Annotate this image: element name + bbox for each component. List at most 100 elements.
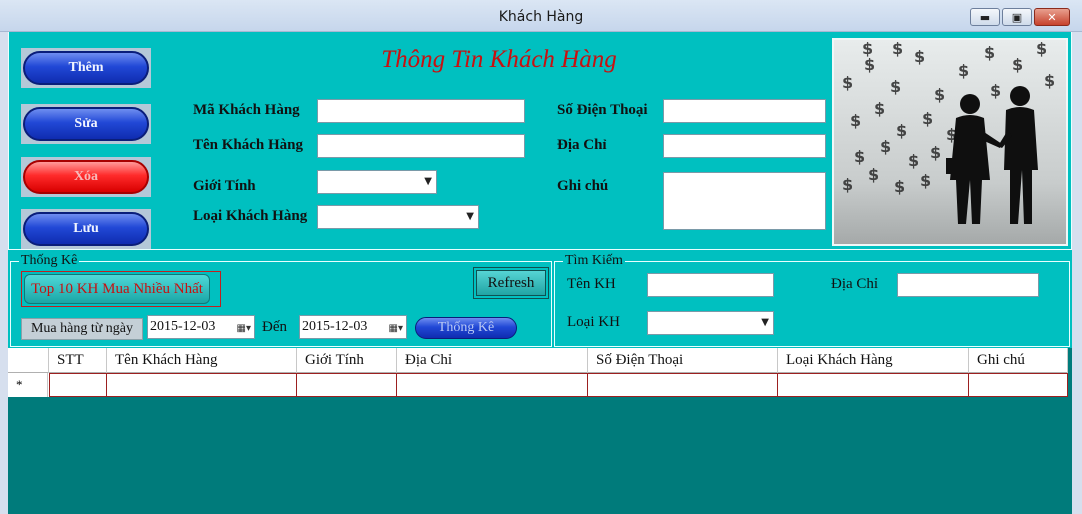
window-title: Khách Hàng: [498, 9, 584, 25]
column-header-address[interactable]: Địa Chỉ: [397, 348, 588, 373]
table-row[interactable]: *: [8, 373, 1068, 397]
search-type-label: Loại KH: [567, 314, 620, 330]
phone-label: Số Điện Thoại: [557, 102, 648, 118]
search-group: Tìm Kiếm Tên KH Địa Chỉ Loại KH ▼: [554, 253, 1070, 347]
search-group-title: Tìm Kiếm: [563, 253, 625, 269]
top10-button-frame: Top 10 KH Mua Nhiều Nhất: [21, 271, 221, 307]
add-button-frame: Thêm: [21, 48, 151, 88]
table-cell[interactable]: [297, 373, 397, 397]
handshake-illustration: $$$ $$$ $$$ $$$ $$$ $$$ $$$ $$$ $$$: [842, 40, 1055, 224]
to-date-picker[interactable]: 2015-12-03 ▦▾: [299, 315, 407, 339]
customer-id-input[interactable]: [317, 99, 525, 123]
handshake-image: $$$ $$$ $$$ $$$ $$$ $$$ $$$ $$$ $$$: [832, 38, 1068, 246]
svg-text:$: $: [890, 77, 901, 96]
svg-text:$: $: [920, 171, 931, 190]
svg-text:$: $: [1012, 55, 1023, 74]
statistics-group-title: Thống Kê: [19, 253, 80, 269]
top10-button[interactable]: Top 10 KH Mua Nhiều Nhất: [24, 274, 210, 304]
delete-button[interactable]: Xóa: [23, 160, 149, 194]
refresh-button[interactable]: Refresh: [476, 270, 546, 296]
table-cell[interactable]: [107, 373, 297, 397]
search-name-label: Tên KH: [567, 276, 616, 292]
svg-text:$: $: [850, 111, 861, 130]
to-date-value: 2015-12-03: [302, 319, 368, 334]
svg-text:$: $: [908, 151, 919, 170]
column-header-gender[interactable]: Giới Tính: [297, 348, 397, 373]
svg-text:$: $: [934, 85, 945, 104]
customer-type-label: Loại Khách Hàng: [193, 208, 308, 224]
column-header-stt[interactable]: STT: [49, 348, 107, 373]
svg-text:$: $: [892, 40, 903, 58]
svg-text:$: $: [862, 40, 873, 58]
svg-text:$: $: [930, 143, 941, 162]
column-header-customer-name[interactable]: Tên Khách Hàng: [107, 348, 297, 373]
statistics-group: Thống Kê Top 10 KH Mua Nhiều Nhất Refres…: [10, 253, 552, 347]
from-date-picker[interactable]: 2015-12-03 ▦▾: [147, 315, 255, 339]
form-title: Thông Tin Khách Hàng: [381, 46, 617, 73]
window-titlebar: Khách Hàng ▬ ▣ ✕: [0, 0, 1082, 32]
customer-grid[interactable]: STT Tên Khách Hàng Giới Tính Địa Chỉ Số …: [8, 348, 1072, 514]
phone-input[interactable]: [663, 99, 826, 123]
table-cell[interactable]: [397, 373, 588, 397]
edit-button[interactable]: Sửa: [23, 107, 149, 141]
address-label: Địa Chỉ: [557, 137, 607, 153]
svg-text:$: $: [880, 137, 891, 156]
window-client: Thêm Sửa Xóa Lưu Thông Tin Khách Hàng Mã…: [8, 32, 1072, 514]
column-header-note[interactable]: Ghi chú: [969, 348, 1068, 373]
statistics-button[interactable]: Thống Kê: [415, 317, 517, 339]
customer-name-label: Tên Khách Hàng: [193, 137, 304, 153]
address-input[interactable]: [663, 134, 826, 158]
svg-text:$: $: [868, 165, 879, 184]
from-date-label: Mua hàng từ ngày: [21, 318, 143, 340]
search-type-select[interactable]: ▼: [647, 311, 774, 335]
chevron-down-icon: ▼: [424, 176, 432, 187]
note-label: Ghi chú: [557, 178, 609, 194]
svg-text:$: $: [896, 121, 907, 140]
svg-text:$: $: [854, 147, 865, 166]
chevron-down-icon: ▼: [466, 211, 474, 222]
svg-text:$: $: [922, 109, 933, 128]
customer-id-label: Mã Khách Hàng: [193, 102, 300, 118]
edit-button-frame: Sửa: [21, 104, 151, 144]
table-cell[interactable]: [778, 373, 969, 397]
column-header-phone[interactable]: Số Điện Thoại: [588, 348, 778, 373]
table-cell[interactable]: [588, 373, 778, 397]
add-button[interactable]: Thêm: [23, 51, 149, 85]
svg-text:$: $: [990, 81, 1001, 100]
customer-name-input[interactable]: [317, 134, 525, 158]
svg-text:$: $: [958, 61, 969, 80]
svg-text:$: $: [874, 99, 885, 118]
save-button[interactable]: Lưu: [23, 212, 149, 246]
table-cell[interactable]: [969, 373, 1068, 397]
table-cell[interactable]: [49, 373, 107, 397]
new-row-marker: *: [8, 373, 48, 397]
close-button[interactable]: ✕: [1034, 8, 1070, 26]
svg-text:$: $: [894, 177, 905, 196]
from-date-value: 2015-12-03: [150, 319, 216, 334]
gender-select[interactable]: ▼: [317, 170, 437, 194]
delete-button-frame: Xóa: [21, 157, 151, 197]
calendar-icon: ▦▾: [388, 323, 403, 334]
search-name-input[interactable]: [647, 273, 774, 297]
calendar-icon: ▦▾: [236, 323, 251, 334]
customer-type-select[interactable]: ▼: [317, 205, 479, 229]
svg-text:$: $: [842, 175, 853, 194]
minimize-button[interactable]: ▬: [970, 8, 1000, 26]
svg-text:$: $: [1036, 40, 1047, 58]
refresh-button-frame: Refresh: [473, 267, 549, 299]
to-date-label: Đến: [262, 319, 287, 335]
customer-info-panel: Thêm Sửa Xóa Lưu Thông Tin Khách Hàng Mã…: [8, 32, 1072, 250]
svg-text:$: $: [842, 73, 853, 92]
maximize-button[interactable]: ▣: [1002, 8, 1032, 26]
column-header-customer-type[interactable]: Loại Khách Hàng: [778, 348, 969, 373]
save-button-frame: Lưu: [21, 209, 151, 249]
search-address-label: Địa Chỉ: [831, 276, 879, 292]
grid-header: STT Tên Khách Hàng Giới Tính Địa Chỉ Số …: [8, 348, 1068, 373]
note-textarea[interactable]: [663, 172, 826, 230]
grid-corner: [8, 348, 49, 373]
svg-text:$: $: [984, 43, 995, 62]
chevron-down-icon: ▼: [761, 317, 769, 328]
svg-text:$: $: [1044, 71, 1055, 90]
search-address-input[interactable]: [897, 273, 1039, 297]
svg-text:$: $: [914, 47, 925, 66]
